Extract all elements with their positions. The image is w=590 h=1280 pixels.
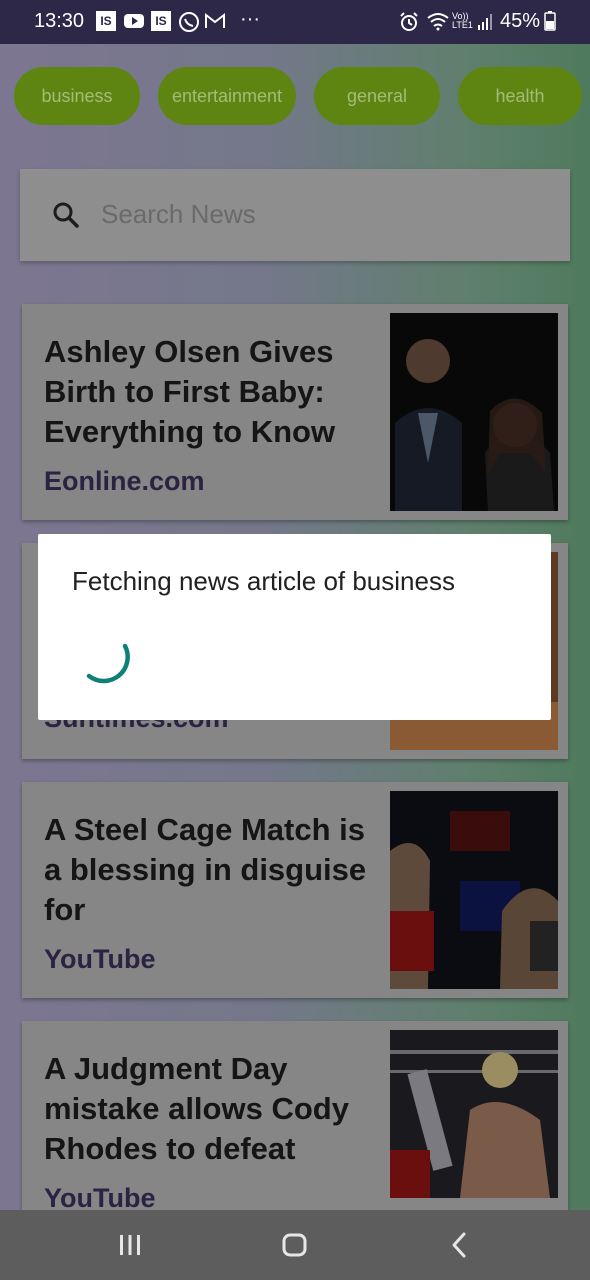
- status-time: 13:30: [34, 10, 85, 32]
- navigation-bar: [0, 1210, 590, 1280]
- news-card-title: Ashley Olsen Gives Birth to First Baby: …: [44, 334, 336, 449]
- news-card-image: [390, 791, 558, 989]
- news-card-image: [390, 313, 558, 511]
- home-icon[interactable]: [280, 1230, 310, 1265]
- battery-icon: [544, 11, 556, 31]
- search-input[interactable]: Search News: [101, 199, 256, 230]
- news-card-source: YouTube: [44, 944, 156, 974]
- youtube-icon: [123, 11, 145, 31]
- news-card-title: A Steel Cage Match is a blessing in disg…: [44, 812, 367, 927]
- more-dots-icon: ···: [240, 8, 260, 30]
- category-chip-entertainment[interactable]: entertainment: [158, 67, 296, 125]
- news-card[interactable]: Ashley Olsen Gives Birth to First Baby: …: [22, 304, 568, 520]
- gmail-icon: [204, 11, 226, 31]
- category-chip-general[interactable]: general: [314, 67, 440, 125]
- search-bar[interactable]: Search News: [20, 169, 570, 261]
- volte-icon: Vo)) LTE1: [452, 11, 473, 30]
- signal-icon: [477, 11, 495, 31]
- category-chip-health[interactable]: health: [458, 67, 582, 125]
- news-card-title: A Judgment Day mistake allows Cody Rhode…: [44, 1051, 349, 1166]
- is-app-icon-2: IS: [151, 11, 171, 31]
- whatsapp-icon: [178, 11, 200, 33]
- category-chip-business[interactable]: business: [14, 67, 140, 125]
- news-card[interactable]: A Judgment Day mistake allows Cody Rhode…: [22, 1021, 568, 1237]
- dialog-message: Fetching news article of business: [72, 566, 455, 596]
- news-card-source: Eonline.com: [44, 466, 205, 496]
- search-icon[interactable]: [51, 200, 81, 235]
- news-card[interactable]: A Steel Cage Match is a blessing in disg…: [22, 782, 568, 998]
- loading-spinner-icon: [86, 643, 130, 684]
- recent-apps-icon[interactable]: [118, 1230, 142, 1265]
- battery-percent: 45%: [500, 10, 541, 32]
- is-app-icon: IS: [96, 11, 116, 31]
- news-card-image: [390, 1030, 558, 1198]
- back-icon[interactable]: [448, 1230, 472, 1265]
- status-bar: 13:30 IS IS ··· Vo)) LTE1 45%: [0, 0, 590, 44]
- wifi-icon: [426, 11, 450, 31]
- alarm-icon: [398, 11, 420, 33]
- loading-dialog: Fetching news article of business: [38, 534, 551, 720]
